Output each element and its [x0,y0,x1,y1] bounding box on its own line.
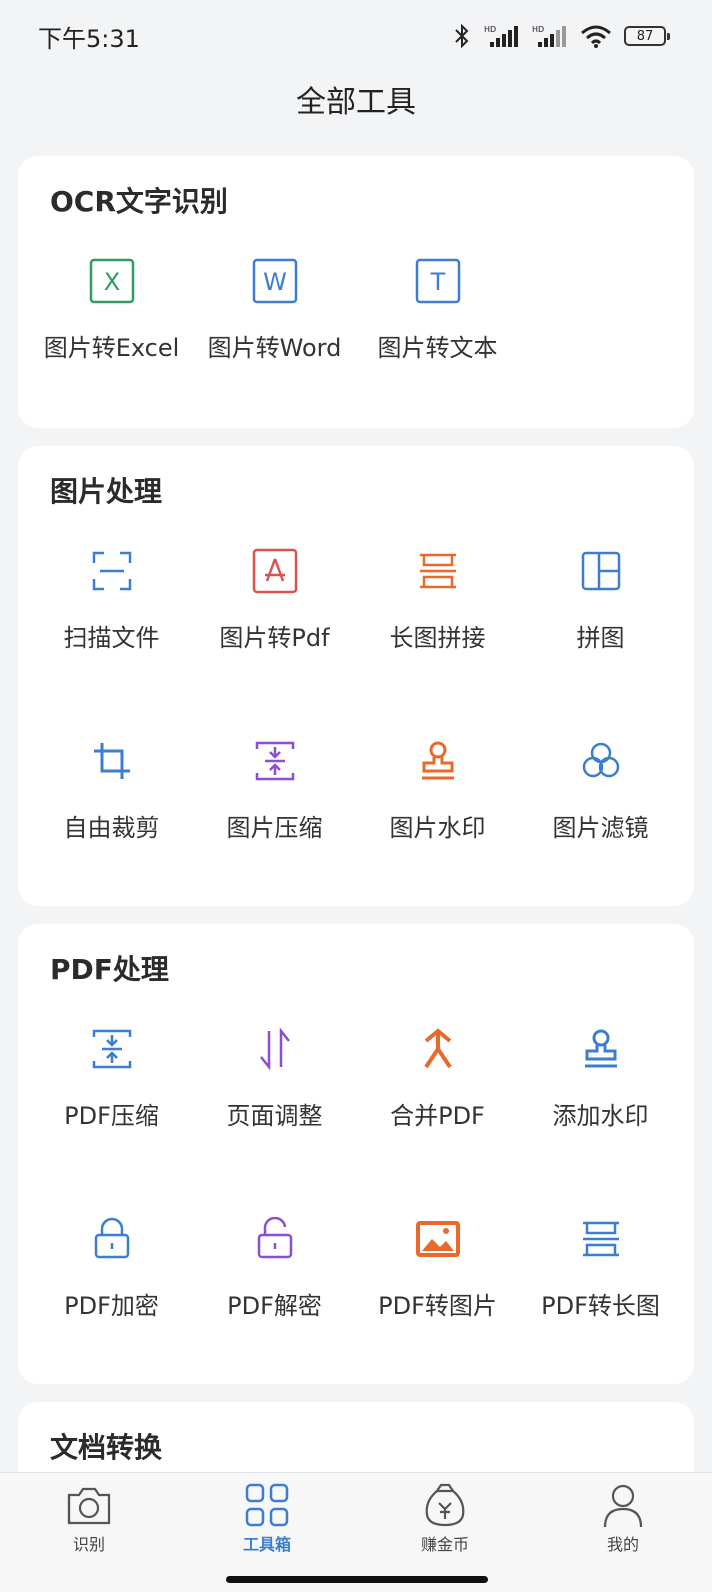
scan-icon [87,546,137,596]
cellular-signal-icon: HD [484,25,518,47]
unlock-icon [250,1214,300,1264]
stitch-icon [413,546,463,596]
tab-mine[interactable]: 我的 [563,1481,683,1592]
bottom-tab-bar: 识别 工具箱 赚金币 我的 [0,1472,712,1592]
tool-add-watermark[interactable]: 添加水印 [519,1024,682,1214]
tool-long-image-stitch[interactable]: 长图拼接 [356,546,519,736]
word-icon: W [250,256,300,306]
tool-label: 图片转Word [207,334,342,362]
tab-label: 识别 [72,1535,105,1554]
camera-icon [67,1487,111,1525]
tool-image-watermark[interactable]: 图片水印 [356,736,519,906]
tool-image-to-excel[interactable]: X 图片转Excel [30,256,193,428]
home-indicator[interactable] [226,1576,488,1583]
tab-label: 工具箱 [242,1535,291,1554]
stamp-icon [576,1024,626,1074]
stitch-icon [576,1214,626,1264]
tab-label: 我的 [606,1535,639,1554]
merge-icon [413,1024,463,1074]
svg-text:HD: HD [532,25,544,34]
person-icon [603,1484,643,1528]
tool-label: 拼图 [576,624,625,652]
tool-label: PDF压缩 [64,1102,159,1130]
tools-list: OCR文字识别 X 图片转Excel W 图片转Word T 图片转文本 图片处… [18,156,694,1540]
text-icon: T [413,256,463,306]
stamp-icon [413,736,463,786]
tool-image-to-pdf[interactable]: 图片转Pdf [193,546,356,736]
grid-icon [245,1483,289,1527]
filter-icon [576,736,626,786]
crop-icon [87,736,137,786]
tool-image-to-text[interactable]: T 图片转文本 [356,256,519,428]
money-bag-icon [425,1483,465,1527]
tool-page-adjust[interactable]: 页面调整 [193,1024,356,1214]
tool-label: 图片滤镜 [552,814,649,842]
status-bar: 下午5:31 HD HD 87 [0,0,712,72]
svg-text:HD: HD [484,25,496,34]
tool-label: 图片转文本 [377,334,498,362]
tool-label: 添加水印 [552,1102,649,1130]
tool-image-to-word[interactable]: W 图片转Word [193,256,356,428]
pdf-icon [250,546,300,596]
tool-label: PDF转长图 [541,1292,660,1320]
wifi-icon [581,25,611,48]
svg-text:X: X [103,268,119,296]
tool-collage[interactable]: 拼图 [519,546,682,736]
tab-recognize[interactable]: 识别 [29,1481,149,1592]
collage-icon [576,546,626,596]
bluetooth-icon [455,23,469,49]
svg-text:T: T [429,268,445,296]
tool-label: 图片转Excel [43,334,180,362]
tool-merge-pdf[interactable]: 合并PDF [356,1024,519,1214]
section-image: 图片处理 扫描文件 图片转Pdf 长图拼接 拼图 自由裁剪 图片压缩 图片水印 … [18,446,694,906]
tool-image-filter[interactable]: 图片滤镜 [519,736,682,906]
tool-label: 长图拼接 [389,624,486,652]
section-pdf: PDF处理 PDF压缩 页面调整 合并PDF 添加水印 PDF加密 PDF解密 … [18,924,694,1384]
tool-free-crop[interactable]: 自由裁剪 [30,736,193,906]
tool-label: 图片水印 [389,814,486,842]
tool-label: 图片转Pdf [219,624,330,652]
cellular-signal-2-icon: HD [532,25,566,47]
tool-scan-document[interactable]: 扫描文件 [30,546,193,736]
tool-pdf-decrypt[interactable]: PDF解密 [193,1214,356,1384]
section-ocr: OCR文字识别 X 图片转Excel W 图片转Word T 图片转文本 [18,156,694,428]
battery-icon: 87 [624,26,670,46]
compress-icon [87,1024,137,1074]
tool-pdf-encrypt[interactable]: PDF加密 [30,1214,193,1384]
section-title: 文档转换 [50,1431,163,1464]
lock-icon [87,1214,137,1264]
tool-label: 图片压缩 [226,814,323,842]
tool-pdf-compress[interactable]: PDF压缩 [30,1024,193,1214]
swap-arrows-icon [250,1024,300,1074]
tool-label: 页面调整 [226,1102,323,1130]
compress-icon [250,736,300,786]
tool-pdf-to-image[interactable]: PDF转图片 [356,1214,519,1384]
tool-label: 合并PDF [390,1102,485,1130]
status-time: 下午5:31 [38,24,140,53]
status-icons: HD HD 87 [452,23,670,49]
tool-pdf-to-long-image[interactable]: PDF转长图 [519,1214,682,1384]
section-title: OCR文字识别 [50,185,228,218]
tool-image-compress[interactable]: 图片压缩 [193,736,356,906]
section-title: 图片处理 [50,475,163,508]
tab-label: 赚金币 [420,1535,469,1554]
tool-label: PDF转图片 [378,1292,497,1320]
tool-label: PDF解密 [227,1292,322,1320]
section-title: PDF处理 [50,953,169,986]
tool-label: PDF加密 [64,1292,159,1320]
image-icon [413,1214,463,1264]
tool-label: 扫描文件 [63,624,160,652]
tool-label: 自由裁剪 [63,814,160,842]
svg-text:W: W [263,268,287,296]
excel-icon: X [87,256,137,306]
page-title: 全部工具 [296,85,416,120]
